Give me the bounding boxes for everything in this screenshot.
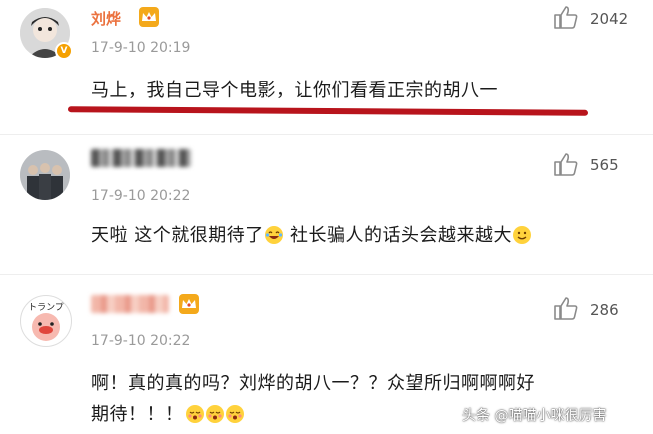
comment-time: 17-9-10 20:19	[91, 40, 191, 56]
like-count: 286	[590, 301, 619, 319]
crown-icon	[179, 294, 199, 314]
comment-item: 17-9-10 20:22 天啦 这个就很期待了 社长骗人的话头会越来越大 56…	[0, 135, 653, 270]
watermark: 头条 @喵喵小咪很厉害	[462, 408, 607, 424]
thumbs-up-icon[interactable]	[553, 295, 579, 321]
comment-text-part: 期待！！！	[91, 404, 184, 425]
highlight-underline	[67, 106, 589, 116]
comment-text: 天啦 这个就很期待了 社长骗人的话头会越来越大	[91, 221, 532, 247]
comment-text: 啊！真的真的吗？刘烨的胡八一？？众望所归啊啊啊好	[91, 373, 535, 394]
comment-text: 马上，我自己导个电影，让你们看看正宗的胡八一	[91, 80, 498, 101]
avatar[interactable]: トランプ	[20, 295, 72, 347]
smile-emoji-icon	[512, 226, 531, 244]
commenter-name[interactable]: 刘烨	[91, 8, 121, 29]
blush-emoji-icon	[185, 405, 204, 423]
comment-item: V 刘烨 17-9-10 20:19 马上，我自己导个电影，让你们看看正宗的胡八…	[0, 0, 653, 130]
comment-text-part: 社长骗人的话头会越来越大	[283, 225, 512, 246]
avatar-label: トランプ	[28, 302, 64, 313]
laughing-emoji-icon	[264, 226, 283, 244]
blush-emoji-icon	[205, 405, 224, 423]
blush-emoji-icon	[225, 405, 244, 423]
commenter-name-blurred[interactable]	[91, 295, 169, 313]
comment-time: 17-9-10 20:22	[91, 188, 191, 204]
commenter-name-blurred[interactable]	[91, 149, 191, 167]
crown-icon	[139, 7, 159, 27]
verified-badge-icon: V	[55, 42, 73, 60]
thumbs-up-icon[interactable]	[553, 151, 579, 177]
comment-text: 期待！！！	[91, 400, 245, 426]
like-count: 565	[590, 156, 619, 174]
avatar[interactable]	[20, 150, 70, 200]
thumbs-up-icon[interactable]	[553, 4, 579, 30]
comment-time: 17-9-10 20:22	[91, 333, 191, 349]
like-count: 2042	[590, 10, 629, 28]
comment-text-part: 天啦 这个就很期待了	[91, 225, 264, 246]
